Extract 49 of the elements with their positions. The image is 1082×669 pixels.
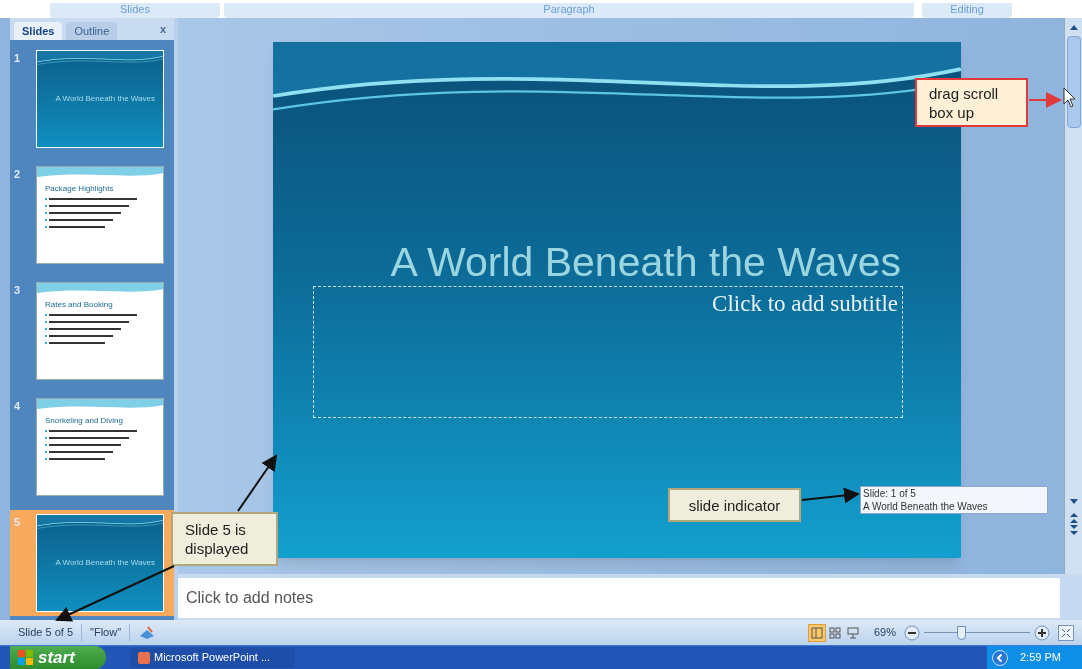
scroll-tip: Slide: 1 of 5 A World Beneath the Waves bbox=[860, 486, 1048, 514]
callout-label: slide indicator bbox=[668, 488, 801, 522]
zoom-in-icon[interactable] bbox=[1034, 624, 1050, 641]
thumbnail-title: Rates and Booking bbox=[45, 299, 114, 311]
zoom-slider-thumb[interactable] bbox=[957, 625, 967, 640]
vertical-scrollbar[interactable] bbox=[1064, 18, 1082, 574]
clock: 2:59 PM bbox=[1020, 650, 1061, 666]
subtitle-placeholder[interactable]: Click to add subtitle bbox=[313, 286, 903, 418]
zoom-out-icon[interactable] bbox=[904, 624, 920, 641]
slide-thumbnail[interactable]: 4 Snorkeling and Diving bbox=[10, 394, 174, 500]
zoom-level[interactable]: 69% bbox=[873, 624, 896, 641]
ribbon-group-label: Slides bbox=[50, 3, 220, 18]
close-button[interactable]: x bbox=[159, 20, 166, 37]
slide-thumbnail[interactable]: 2 Package Highlights bbox=[10, 162, 174, 268]
pane-tab[interactable]: Slides bbox=[14, 22, 63, 40]
thumbnail-title: A World Beneath the Waves bbox=[55, 557, 155, 569]
start-button[interactable]: start bbox=[10, 646, 106, 669]
pane-tab[interactable]: Outline bbox=[66, 22, 118, 40]
slide-count-status: Slide 5 of 5 bbox=[10, 624, 83, 641]
scroll-box[interactable] bbox=[1066, 36, 1081, 128]
windows-logo-icon bbox=[18, 650, 34, 665]
slide-number: 2 bbox=[14, 167, 22, 182]
slide-number: 1 bbox=[14, 51, 22, 66]
taskbar-item[interactable]: Microsoft PowerPoint ... bbox=[130, 647, 295, 668]
ribbon-group-label: Paragraph bbox=[224, 3, 914, 18]
slide-thumbnail[interactable]: 5 A World Beneath the Waves bbox=[10, 510, 174, 616]
callout-arrow bbox=[801, 487, 860, 504]
slide-thumbnail[interactable]: 1 A World Beneath the Waves bbox=[10, 46, 174, 152]
notes-field[interactable]: Click to add notes bbox=[178, 578, 1060, 618]
thumbnail-title: Package Highlights bbox=[45, 183, 115, 195]
slide-title: A World Beneath the Waves bbox=[390, 238, 901, 287]
callout-arrow bbox=[1028, 92, 1062, 108]
slide-number: 5 bbox=[14, 515, 22, 530]
zoom-slider[interactable] bbox=[924, 625, 1030, 640]
callout-arrow bbox=[237, 454, 278, 512]
view-button[interactable] bbox=[807, 623, 826, 642]
slide-number: 4 bbox=[14, 399, 22, 414]
chevron-left-icon[interactable] bbox=[992, 649, 1008, 666]
thumbnail-title: A World Beneath the Waves bbox=[55, 93, 155, 105]
callout-label: drag scroll box up bbox=[915, 78, 1028, 127]
fit-window-icon[interactable] bbox=[1058, 624, 1074, 641]
slide-number: 3 bbox=[14, 283, 22, 298]
ribbon-group-label: Editing bbox=[922, 3, 1012, 18]
thumbnail-title: Snorkeling and Diving bbox=[45, 415, 124, 427]
callout-label: Slide 5 is displayed bbox=[171, 512, 278, 566]
presentation-app-icon bbox=[138, 651, 150, 664]
mouse-pointer-icon bbox=[1063, 87, 1076, 108]
theme-status: "Flow" bbox=[82, 624, 131, 641]
slide-thumbnail[interactable]: 3 Rates and Booking bbox=[10, 278, 174, 384]
